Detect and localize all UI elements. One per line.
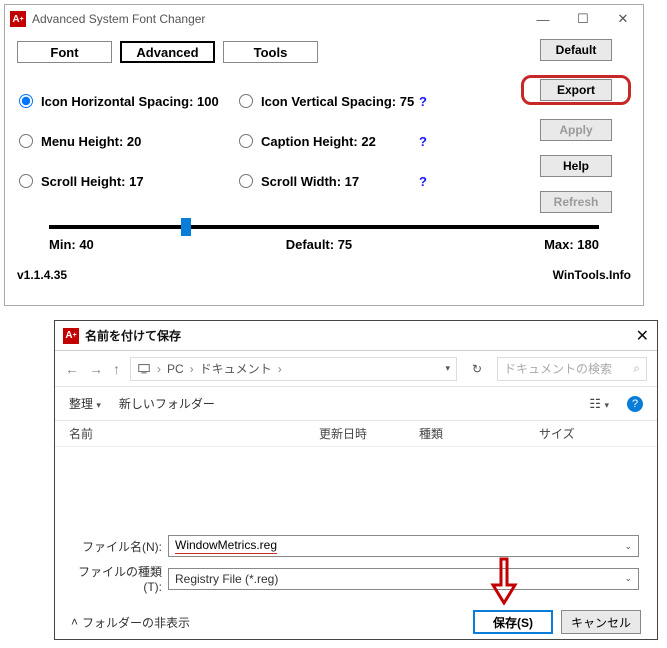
filetype-label: ファイルの種類(T): [73,563,168,594]
new-folder-button[interactable]: 新しいフォルダー [119,395,215,412]
tab-tools[interactable]: Tools [223,41,318,63]
filename-value: WindowMetrics.reg [175,538,277,554]
help-icon[interactable]: ? [419,134,427,149]
radio-label: Caption Height: 22 [261,134,376,149]
default-button[interactable]: Default [540,39,612,61]
filename-label: ファイル名(N): [73,538,168,555]
slider-track[interactable] [49,225,599,229]
tab-font[interactable]: Font [17,41,112,63]
organize-menu[interactable]: 整理 ▾ [69,395,101,412]
chevron-down-icon[interactable]: ▾ [445,363,450,374]
main-window: A+ Advanced System Font Changer — ☐ ✕ Fo… [4,4,644,306]
radio-label: Scroll Height: 17 [41,174,144,189]
save-button[interactable]: 保存(S) [473,610,553,634]
search-placeholder: ドキュメントの検索 [504,360,612,377]
up-icon[interactable]: ↑ [113,361,120,377]
close-button[interactable]: ✕ [603,5,643,33]
radio-input[interactable] [239,94,253,108]
col-size[interactable]: サイズ [539,425,599,442]
filename-input[interactable]: WindowMetrics.reg ⌄ [168,535,639,557]
slider-thumb[interactable] [181,218,191,236]
crumb-docs[interactable]: ドキュメント [200,360,272,377]
close-icon[interactable]: ✕ [636,326,649,346]
app-logo-icon: A+ [10,11,26,27]
footer: v1.1.4.35 WinTools.Info [5,262,643,288]
cancel-button[interactable]: キャンセル [561,610,641,634]
radio-input[interactable] [19,94,33,108]
pc-icon [137,362,151,376]
radio-label: Icon Vertical Spacing: 75 [261,94,414,109]
slider-area: Min: 40 Default: 75 Max: 180 [19,201,629,252]
filetype-select[interactable]: Registry File (*.reg) ⌄ [168,568,639,590]
titlebar: A+ Advanced System Font Changer — ☐ ✕ [5,5,643,33]
refresh-icon[interactable]: ↻ [467,362,487,376]
radio-caption-height[interactable]: Caption Height: 22 [239,134,419,149]
window-controls: — ☐ ✕ [523,5,643,33]
slider-min: Min: 40 [49,237,94,252]
help-circle-icon[interactable]: ? [627,396,643,412]
col-date[interactable]: 更新日時 [319,425,419,442]
radio-label: Icon Horizontal Spacing: 100 [41,94,219,109]
dialog-title: 名前を付けて保存 [85,327,636,344]
chevron-down-icon[interactable]: ⌄ [624,573,632,584]
radio-input[interactable] [19,134,33,148]
tab-advanced[interactable]: Advanced [120,41,215,63]
help-icon[interactable]: ? [419,174,427,189]
search-icon: ⌕ [633,361,640,376]
file-list[interactable] [55,447,657,527]
col-type[interactable]: 種類 [419,425,539,442]
hide-folders-toggle[interactable]: ˄ フォルダーの非表示 [71,614,190,631]
radio-icon-horizontal[interactable]: Icon Horizontal Spacing: 100 [19,94,239,109]
radio-label: Scroll Width: 17 [261,174,359,189]
search-input[interactable]: ドキュメントの検索 ⌕ [497,357,647,381]
radio-menu-height[interactable]: Menu Height: 20 [19,134,239,149]
site-label: WinTools.Info [553,268,631,282]
window-title: Advanced System Font Changer [32,12,523,26]
chevron-down-icon[interactable]: ⌄ [624,541,632,552]
breadcrumb[interactable]: › PC › ドキュメント › ▾ [130,357,457,381]
maximize-button[interactable]: ☐ [563,5,603,33]
minimize-button[interactable]: — [523,5,563,33]
dialog-titlebar: A+ 名前を付けて保存 ✕ [55,321,657,351]
chevron-up-icon: ˄ [71,615,78,629]
version-label: v1.1.4.35 [17,268,67,282]
column-headers: 名前 更新日時 種類 サイズ [55,421,657,447]
view-icon[interactable]: ☷ ▾ [589,396,609,412]
radio-input[interactable] [239,174,253,188]
nav-row: ← → ↑ › PC › ドキュメント › ▾ ↻ ドキュメントの検索 ⌕ [55,351,657,387]
crumb-pc[interactable]: PC [167,362,184,376]
back-icon[interactable]: ← [65,361,79,377]
slider-default: Default: 75 [286,237,352,252]
radio-input[interactable] [19,174,33,188]
content-area: Icon Horizontal Spacing: 100 Icon Vertic… [5,71,643,262]
annotation-arrow-icon [489,557,519,605]
slider-max: Max: 180 [544,237,599,252]
filetype-value: Registry File (*.reg) [175,572,278,586]
radio-scroll-height[interactable]: Scroll Height: 17 [19,174,239,189]
help-icon[interactable]: ? [419,94,427,109]
dialog-buttons: ˄ フォルダーの非表示 保存(S) キャンセル [55,600,657,644]
save-dialog: A+ 名前を付けて保存 ✕ ← → ↑ › PC › ドキュメント › ▾ ↻ … [54,320,658,640]
form-rows: ファイル名(N): WindowMetrics.reg ⌄ ファイルの種類(T)… [55,527,657,594]
app-logo-icon: A+ [63,328,79,344]
forward-icon[interactable]: → [89,361,103,377]
radio-input[interactable] [239,134,253,148]
radio-label: Menu Height: 20 [41,134,141,149]
col-name[interactable]: 名前 [69,425,319,442]
toolbar-row: 整理 ▾ 新しいフォルダー ☷ ▾ ? [55,387,657,421]
radio-icon-vertical[interactable]: Icon Vertical Spacing: 75 [239,94,419,109]
hide-folders-label: フォルダーの非表示 [82,614,190,631]
radio-scroll-width[interactable]: Scroll Width: 17 [239,174,419,189]
